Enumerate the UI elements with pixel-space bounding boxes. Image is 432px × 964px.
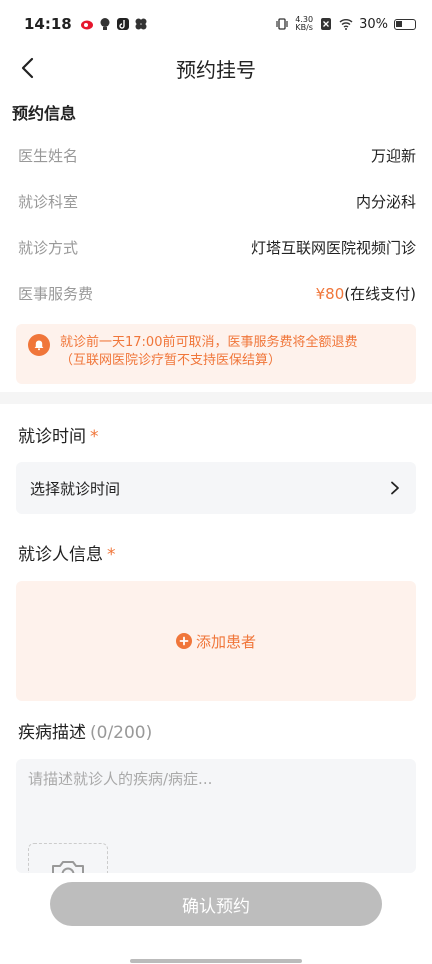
no-sim-icon [321,18,332,30]
disease-description-input[interactable] [16,759,416,799]
wifi-icon [339,19,353,30]
disease-description-box [16,759,416,873]
add-patient-button[interactable]: 添加患者 [175,631,256,652]
disease-description-label: 疾病描述 (0/200) [18,718,152,743]
info-label: 就诊科室 [18,192,79,211]
char-count: (0/200) [90,723,153,743]
disease-description-label-text: 疾病描述 [18,723,86,743]
notice-line-1: 就诊前一天17:00前可取消，医事服务费将全额退费 [60,335,358,350]
notification-icons [80,17,148,31]
network-speed: 4.30 KB/s [295,16,313,32]
home-indicator[interactable] [130,959,302,963]
back-button[interactable] [14,54,42,82]
info-row-doctor: 医生姓名 万迎新 [0,132,432,178]
appointment-info-card: 预约信息 医生姓名 万迎新 就诊科室 内分泌科 就诊方式 灯塔互联网医院视频门诊… [0,96,432,384]
info-row-department: 就诊科室 内分泌科 [0,178,432,224]
battery-percent: 30% [359,16,388,32]
info-label: 医事服务费 [18,284,94,303]
patient-info-box: 添加患者 [16,581,416,701]
photo-upload-button[interactable] [28,843,108,873]
confirm-appointment-button[interactable]: 确认预约 [50,882,382,926]
info-value: 万迎新 [370,146,416,165]
weibo-icon [80,20,93,30]
add-patient-label: 添加患者 [195,632,256,651]
clover-icon [135,18,147,30]
bell-icon [28,334,50,356]
notice-line-2: （互联网医院诊疗暂不支持医保结算） [60,353,282,368]
fee-amount: ¥80 [315,284,345,303]
bottom-action-bar: 确认预约 [0,873,432,964]
navigation-bar: 预约挂号 [0,48,432,88]
battery-icon [394,18,416,30]
cancellation-notice: 就诊前一天17:00前可取消，医事服务费将全额退费 （互联网医院诊疗暂不支持医保… [16,324,416,384]
status-bar: 14:18 4.30 KB/s 30% [0,0,432,48]
info-label: 就诊方式 [18,238,79,257]
plus-circle-icon [175,633,192,649]
vibrate-icon [276,18,288,30]
info-row-visit-method: 就诊方式 灯塔互联网医院视频门诊 [0,224,432,270]
visit-time-picker[interactable]: 选择就诊时间 [16,462,416,514]
section-divider [0,392,432,404]
fee-payment-method: (在线支付) [344,284,416,303]
camera-icon [52,861,84,873]
section-title: 预约信息 [12,104,77,123]
info-label: 医生姓名 [18,146,79,165]
status-time: 14:18 [24,15,72,33]
fee-value: ¥80(在线支付) [316,283,416,304]
visit-time-placeholder: 选择就诊时间 [30,479,121,498]
visit-time-label-text: 就诊时间 [18,427,86,447]
page-title: 预约挂号 [176,57,256,82]
visit-time-label: 就诊时间 * [18,422,99,447]
patient-info-label-text: 就诊人信息 [18,545,103,565]
info-value: 内分泌科 [355,192,416,211]
info-row-fee: 医事服务费 ¥80(在线支付) [0,270,432,316]
required-mark: * [90,427,99,447]
info-value: 灯塔互联网医院视频门诊 [250,238,416,257]
chevron-right-icon [391,481,399,495]
system-icons: 4.30 KB/s 30% [275,16,416,32]
network-speed-unit: KB/s [295,23,313,32]
bulb-icon [100,18,110,30]
patient-info-label: 就诊人信息 * [18,540,116,565]
tiktok-icon [116,18,129,30]
chevron-left-icon [21,57,34,79]
required-mark: * [107,545,116,565]
